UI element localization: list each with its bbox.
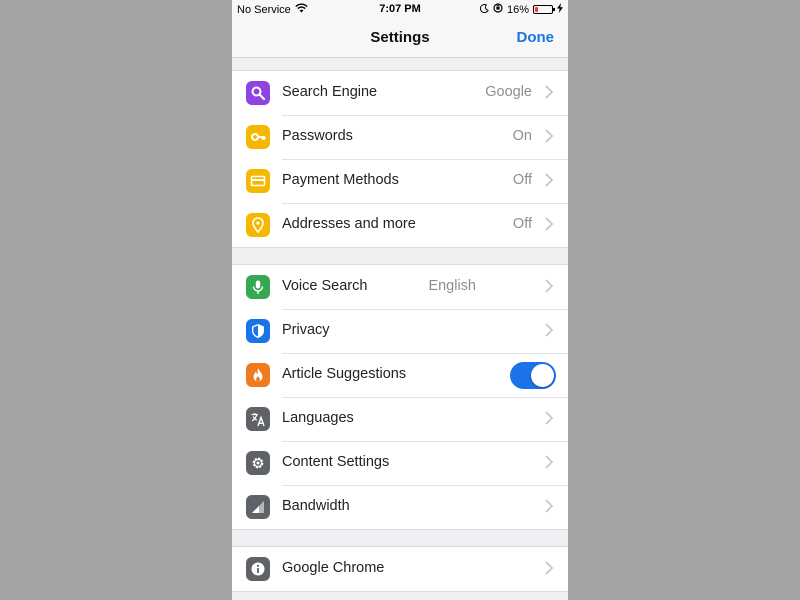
row-value: On <box>512 128 532 144</box>
row-addresses[interactable]: Addresses and more Off <box>232 203 568 247</box>
row-label: Search Engine <box>282 84 378 100</box>
row-label: Bandwidth <box>282 498 350 514</box>
translate-icon <box>246 407 270 431</box>
charging-icon <box>557 3 563 16</box>
chevron-right-icon <box>545 279 554 293</box>
row-label: Voice Search <box>282 278 368 294</box>
row-label: Addresses and more <box>282 216 416 232</box>
row-label: Google Chrome <box>282 560 385 576</box>
navigation-bar: Settings Done <box>232 20 568 58</box>
row-privacy[interactable]: Privacy <box>232 309 568 353</box>
info-icon <box>246 557 270 581</box>
search-icon <box>246 81 270 105</box>
chevron-right-icon <box>545 499 554 513</box>
row-label: Content Settings <box>282 454 390 470</box>
status-bar: No Service 7:07 PM 16% <box>232 0 568 20</box>
row-value: Off <box>512 172 532 188</box>
done-button[interactable]: Done <box>517 29 555 46</box>
article-suggestions-toggle[interactable] <box>510 362 556 389</box>
battery-percent: 16% <box>506 3 529 16</box>
signal-icon <box>246 495 270 519</box>
row-value: Off <box>512 216 532 232</box>
flame-icon <box>246 363 270 387</box>
status-right: 16% <box>479 3 563 16</box>
row-label: Payment Methods <box>282 172 399 188</box>
shield-icon <box>246 319 270 343</box>
chevron-right-icon <box>545 455 554 469</box>
location-pin-icon <box>246 213 270 237</box>
moon-icon <box>479 3 489 16</box>
row-label: Languages <box>282 410 354 426</box>
orientation-lock-icon <box>493 3 503 16</box>
row-google-chrome[interactable]: Google Chrome <box>232 547 568 591</box>
toggle-knob <box>531 364 554 387</box>
row-search-engine[interactable]: Search Engine Google <box>232 71 568 115</box>
row-bandwidth[interactable]: Bandwidth <box>232 485 568 529</box>
row-article-suggestions: Article Suggestions <box>232 353 568 397</box>
row-content-settings[interactable]: Content Settings <box>232 441 568 485</box>
chevron-right-icon <box>545 173 554 187</box>
credit-card-icon <box>246 169 270 193</box>
microphone-icon <box>246 275 270 299</box>
chevron-right-icon <box>545 129 554 143</box>
key-icon <box>246 125 270 149</box>
chevron-right-icon <box>545 411 554 425</box>
row-languages[interactable]: Languages <box>232 397 568 441</box>
settings-group-autofill: Search Engine Google Passwords On Paymen… <box>232 70 568 248</box>
row-label: Article Suggestions <box>282 366 407 382</box>
row-voice-search[interactable]: Voice Search English <box>232 265 568 309</box>
chevron-right-icon <box>545 85 554 99</box>
battery-icon <box>533 5 555 14</box>
row-value: English <box>428 278 476 294</box>
row-payment-methods[interactable]: Payment Methods Off <box>232 159 568 203</box>
settings-group-general: Voice Search English Privacy Article Sug… <box>232 264 568 530</box>
chevron-right-icon <box>545 217 554 231</box>
row-passwords[interactable]: Passwords On <box>232 115 568 159</box>
battery-fill <box>535 7 538 12</box>
chevron-right-icon <box>545 561 554 575</box>
gear-icon <box>246 451 270 475</box>
row-label: Passwords <box>282 128 353 144</box>
row-label: Privacy <box>282 322 330 338</box>
chevron-right-icon <box>545 323 554 337</box>
settings-group-about: Google Chrome <box>232 546 568 592</box>
row-value: Google <box>485 84 532 100</box>
phone-screen: No Service 7:07 PM 16% Settings Done Sea… <box>232 0 568 600</box>
